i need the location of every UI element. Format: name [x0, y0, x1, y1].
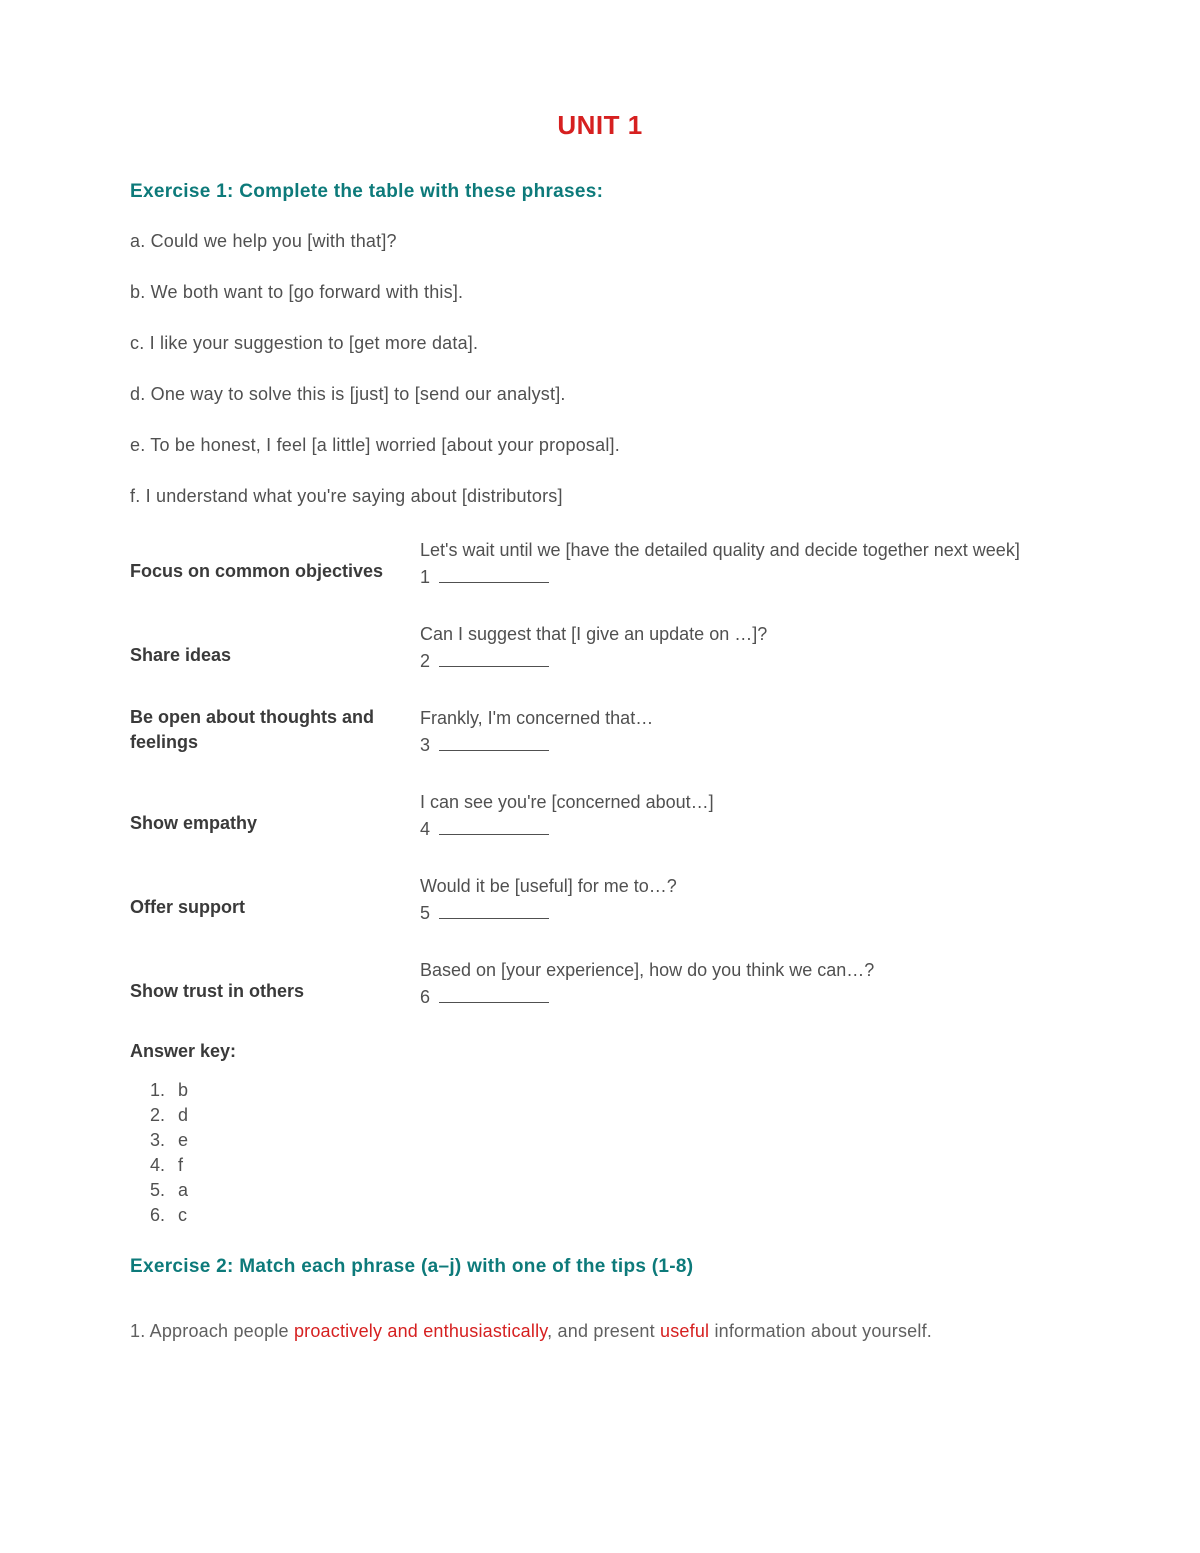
- phrase-c: c. I like your suggestion to [get more d…: [130, 333, 1070, 354]
- table-row: Focus on common objectives Let's wait un…: [130, 537, 1070, 591]
- answer-6: c: [170, 1205, 1070, 1226]
- row6-content: Based on [your experience], how do you t…: [420, 957, 1070, 1011]
- row4-content: I can see you're [concerned about…] 4: [420, 789, 1070, 843]
- table-row: Be open about thoughts and feelings Fran…: [130, 705, 1070, 759]
- answer-key-heading: Answer key:: [130, 1041, 1070, 1062]
- row5-num: 5: [420, 903, 430, 923]
- row5-content: Would it be [useful] for me to…? 5: [420, 873, 1070, 927]
- answer-5: a: [170, 1180, 1070, 1201]
- row1-label: Focus on common objectives: [130, 537, 420, 584]
- row3-num: 3: [420, 735, 430, 755]
- row2-content: Can I suggest that [I give an update on …: [420, 621, 1070, 675]
- exercise1-table: Focus on common objectives Let's wait un…: [130, 537, 1070, 1011]
- row5-label: Offer support: [130, 873, 420, 920]
- row6-num: 6: [420, 987, 430, 1007]
- row1-example: Let's wait until we [have the detailed q…: [420, 540, 1020, 560]
- ex2-lead: 1. Approach people: [130, 1321, 294, 1341]
- row4-num: 4: [420, 819, 430, 839]
- row2-example: Can I suggest that [I give an update on …: [420, 624, 767, 644]
- phrase-b: b. We both want to [go forward with this…: [130, 282, 1070, 303]
- phrase-e: e. To be honest, I feel [a little] worri…: [130, 435, 1070, 456]
- row4-example: I can see you're [concerned about…]: [420, 792, 714, 812]
- blank-input-3[interactable]: [439, 750, 549, 751]
- row3-label: Be open about thoughts and feelings: [130, 705, 420, 755]
- row3-example: Frankly, I'm concerned that…: [420, 708, 653, 728]
- table-row: Show empathy I can see you're [concerned…: [130, 789, 1070, 843]
- blank-input-6[interactable]: [439, 1002, 549, 1003]
- row1-content: Let's wait until we [have the detailed q…: [420, 537, 1070, 591]
- blank-input-2[interactable]: [439, 666, 549, 667]
- row2-label: Share ideas: [130, 621, 420, 668]
- row1-num: 1: [420, 567, 430, 587]
- table-row: Share ideas Can I suggest that [I give a…: [130, 621, 1070, 675]
- phrase-f: f. I understand what you're saying about…: [130, 486, 1070, 507]
- ex2-hl1: proactively and enthusiastically: [294, 1321, 547, 1341]
- answer-1: b: [170, 1080, 1070, 1101]
- unit-title: UNIT 1: [130, 110, 1070, 141]
- row3-content: Frankly, I'm concerned that… 3: [420, 705, 1070, 759]
- blank-input-1[interactable]: [439, 582, 549, 583]
- row6-example: Based on [your experience], how do you t…: [420, 960, 874, 980]
- blank-input-4[interactable]: [439, 834, 549, 835]
- ex2-tail: information about yourself.: [709, 1321, 932, 1341]
- ex2-mid: , and present: [547, 1321, 660, 1341]
- phrase-d: d. One way to solve this is [just] to [s…: [130, 384, 1070, 405]
- document-page: UNIT 1 Exercise 1: Complete the table wi…: [0, 0, 1200, 1553]
- table-row: Show trust in others Based on [your expe…: [130, 957, 1070, 1011]
- answer-key-list: b d e f a c: [170, 1080, 1070, 1226]
- exercise2-heading: Exercise 2: Match each phrase (a–j) with…: [130, 1256, 1070, 1278]
- exercise2-item-1: 1. Approach people proactively and enthu…: [130, 1313, 1070, 1349]
- answer-4: f: [170, 1155, 1070, 1176]
- table-row: Offer support Would it be [useful] for m…: [130, 873, 1070, 927]
- row6-label: Show trust in others: [130, 957, 420, 1004]
- answer-2: d: [170, 1105, 1070, 1126]
- ex2-hl2: useful: [660, 1321, 709, 1341]
- row2-num: 2: [420, 651, 430, 671]
- exercise1-heading: Exercise 1: Complete the table with thes…: [130, 181, 1070, 203]
- row4-label: Show empathy: [130, 789, 420, 836]
- answer-3: e: [170, 1130, 1070, 1151]
- blank-input-5[interactable]: [439, 918, 549, 919]
- phrase-a: a. Could we help you [with that]?: [130, 231, 1070, 252]
- row5-example: Would it be [useful] for me to…?: [420, 876, 677, 896]
